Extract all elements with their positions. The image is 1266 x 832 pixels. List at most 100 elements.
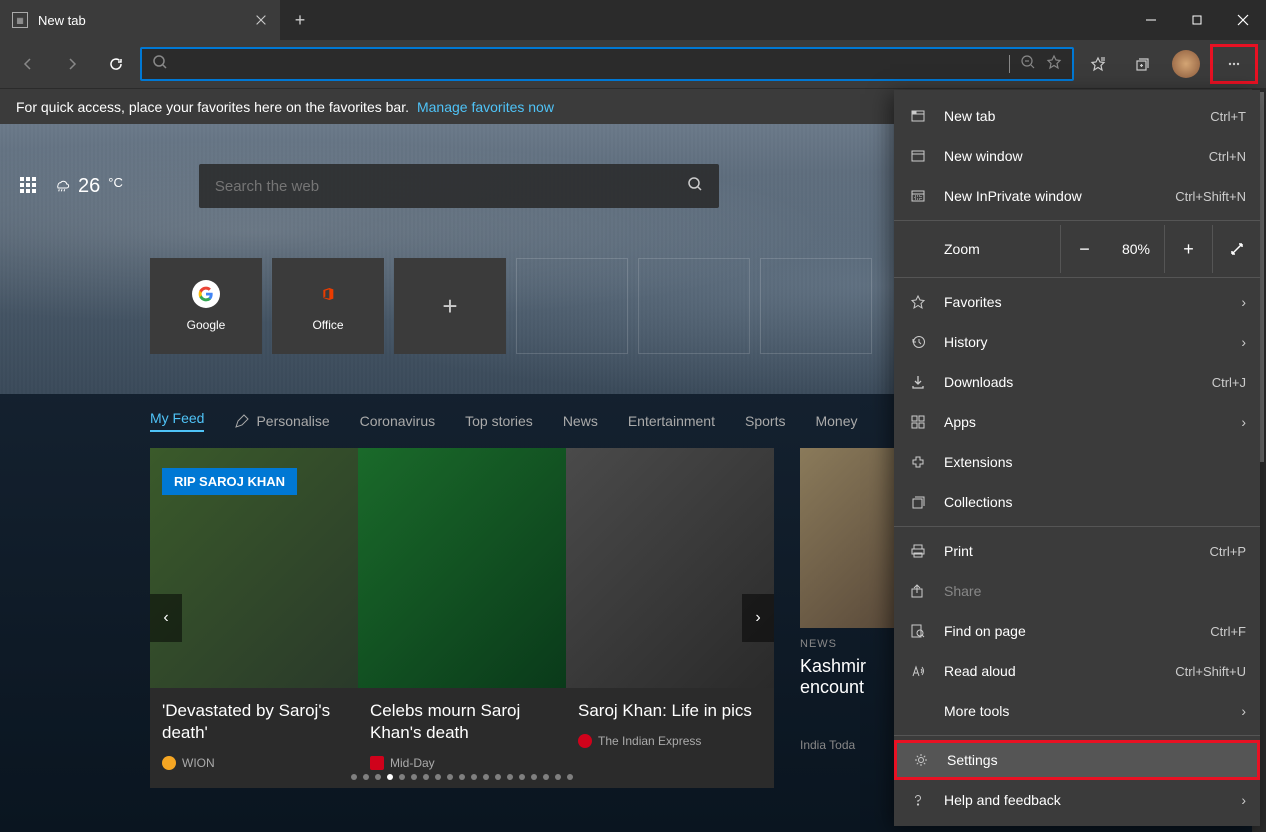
feed-tab-personalise[interactable]: Personalise (234, 413, 329, 429)
zoom-in-button[interactable]: + (1164, 225, 1212, 273)
menu-find[interactable]: Find on page Ctrl+F (894, 611, 1260, 651)
collections-icon (908, 492, 928, 512)
carousel-pagination (351, 774, 573, 780)
zoom-out-button[interactable]: − (1060, 225, 1108, 273)
feed-tab-entertainment[interactable]: Entertainment (628, 413, 715, 429)
minimize-button[interactable] (1128, 0, 1174, 40)
read-aloud-icon (908, 661, 928, 681)
side-card-category: NEWS (800, 638, 900, 650)
weather-icon (54, 175, 70, 198)
tile-label: Office (312, 318, 343, 332)
menu-print[interactable]: Print Ctrl+P (894, 531, 1260, 571)
settings-icon (911, 750, 931, 770)
tile-google[interactable]: Google (150, 258, 262, 354)
favorite-star-icon[interactable] (1046, 54, 1062, 75)
card-badge: RIP SAROJ KHAN (162, 468, 297, 495)
fullscreen-button[interactable] (1212, 225, 1260, 273)
menu-more-tools[interactable]: More tools › (894, 691, 1260, 731)
tab-page-icon: ▦ (12, 12, 28, 28)
card-image (566, 448, 774, 688)
web-search-input[interactable] (215, 178, 687, 195)
weather-widget[interactable]: 26°C (54, 175, 123, 198)
new-tab-icon (908, 106, 928, 126)
chevron-right-icon: › (1241, 334, 1246, 350)
tile-empty[interactable] (638, 258, 750, 354)
search-icon[interactable] (687, 176, 703, 197)
chevron-right-icon: › (1241, 792, 1246, 808)
card-title: Celebs mourn Saroj Khan's death (358, 688, 566, 756)
side-card-image (800, 448, 900, 628)
menu-new-window[interactable]: New window Ctrl+N (894, 136, 1260, 176)
menu-history[interactable]: History › (894, 322, 1260, 362)
tab-title: New tab (38, 13, 244, 28)
feed-tab-money[interactable]: Money (815, 413, 857, 429)
card-source: The Indian Express (566, 734, 774, 748)
tile-label: Google (187, 318, 226, 332)
carousel-prev-button[interactable]: ‹ (150, 594, 182, 642)
window-controls (1128, 0, 1266, 40)
address-bar[interactable] (140, 47, 1074, 81)
menu-apps[interactable]: Apps › (894, 402, 1260, 442)
forward-button[interactable] (52, 44, 92, 84)
menu-help[interactable]: Help and feedback › (894, 780, 1260, 820)
feed-tab-coronavirus[interactable]: Coronavirus (360, 413, 435, 429)
tile-add[interactable]: + (394, 258, 506, 354)
menu-downloads[interactable]: Downloads Ctrl+J (894, 362, 1260, 402)
toolbar (0, 40, 1266, 88)
back-button[interactable] (8, 44, 48, 84)
apps-icon (908, 412, 928, 432)
manage-favorites-link[interactable]: Manage favorites now (417, 99, 554, 115)
find-icon (908, 621, 928, 641)
menu-share: Share (894, 571, 1260, 611)
news-card[interactable]: Celebs mourn Saroj Khan's death Mid-Day (358, 448, 566, 788)
profile-avatar[interactable] (1172, 50, 1200, 78)
collections-icon[interactable] (1122, 44, 1162, 84)
settings-menu: New tab Ctrl+T New window Ctrl+N New InP… (894, 90, 1260, 826)
feed-tab-topstories[interactable]: Top stories (465, 413, 533, 429)
tile-empty[interactable] (516, 258, 628, 354)
menu-inprivate[interactable]: New InPrivate window Ctrl+Shift+N (894, 176, 1260, 216)
search-icon (152, 54, 168, 75)
extensions-icon (908, 452, 928, 472)
card-source: Mid-Day (358, 756, 566, 770)
close-window-button[interactable] (1220, 0, 1266, 40)
side-news-card[interactable]: NEWS Kashmirencount India Toda (800, 448, 900, 788)
close-tab-icon[interactable] (254, 13, 268, 27)
inprivate-icon (908, 186, 928, 206)
feed-tab-myfeed[interactable]: My Feed (150, 410, 204, 432)
feed-tab-sports[interactable]: Sports (745, 413, 785, 429)
share-icon (908, 581, 928, 601)
new-window-icon (908, 146, 928, 166)
titlebar: ▦ New tab + (0, 0, 1266, 40)
browser-tab[interactable]: ▦ New tab (0, 0, 280, 40)
menu-new-tab[interactable]: New tab Ctrl+T (894, 96, 1260, 136)
side-card-source: India Toda (800, 738, 900, 752)
chevron-right-icon: › (1241, 414, 1246, 430)
carousel: ‹ › RIP SAROJ KHAN 'Devastated by Saroj'… (150, 448, 774, 788)
favorites-list-icon[interactable] (1078, 44, 1118, 84)
feed-tab-news[interactable]: News (563, 413, 598, 429)
menu-read-aloud[interactable]: Read aloud Ctrl+Shift+U (894, 651, 1260, 691)
address-input[interactable] (178, 56, 1003, 72)
new-tab-button[interactable]: + (280, 0, 320, 40)
apps-launcher-icon[interactable] (20, 177, 38, 195)
card-title: Saroj Khan: Life in pics (566, 688, 774, 734)
side-card-title: Kashmirencount (800, 656, 900, 698)
carousel-next-button[interactable]: › (742, 594, 774, 642)
tile-office[interactable]: Office (272, 258, 384, 354)
menu-settings[interactable]: Settings (894, 740, 1260, 780)
card-image: RIP SAROJ KHAN (150, 448, 358, 688)
web-search-box[interactable] (199, 164, 719, 208)
maximize-button[interactable] (1174, 0, 1220, 40)
zoom-value: 80% (1108, 241, 1164, 257)
tile-empty[interactable] (760, 258, 872, 354)
favbar-message: For quick access, place your favorites h… (16, 99, 409, 115)
zoom-indicator-icon[interactable] (1020, 54, 1036, 75)
refresh-button[interactable] (96, 44, 136, 84)
downloads-icon (908, 372, 928, 392)
menu-favorites[interactable]: Favorites › (894, 282, 1260, 322)
more-menu-button[interactable] (1210, 44, 1258, 84)
menu-collections[interactable]: Collections (894, 482, 1260, 522)
menu-extensions[interactable]: Extensions (894, 442, 1260, 482)
print-icon (908, 541, 928, 561)
